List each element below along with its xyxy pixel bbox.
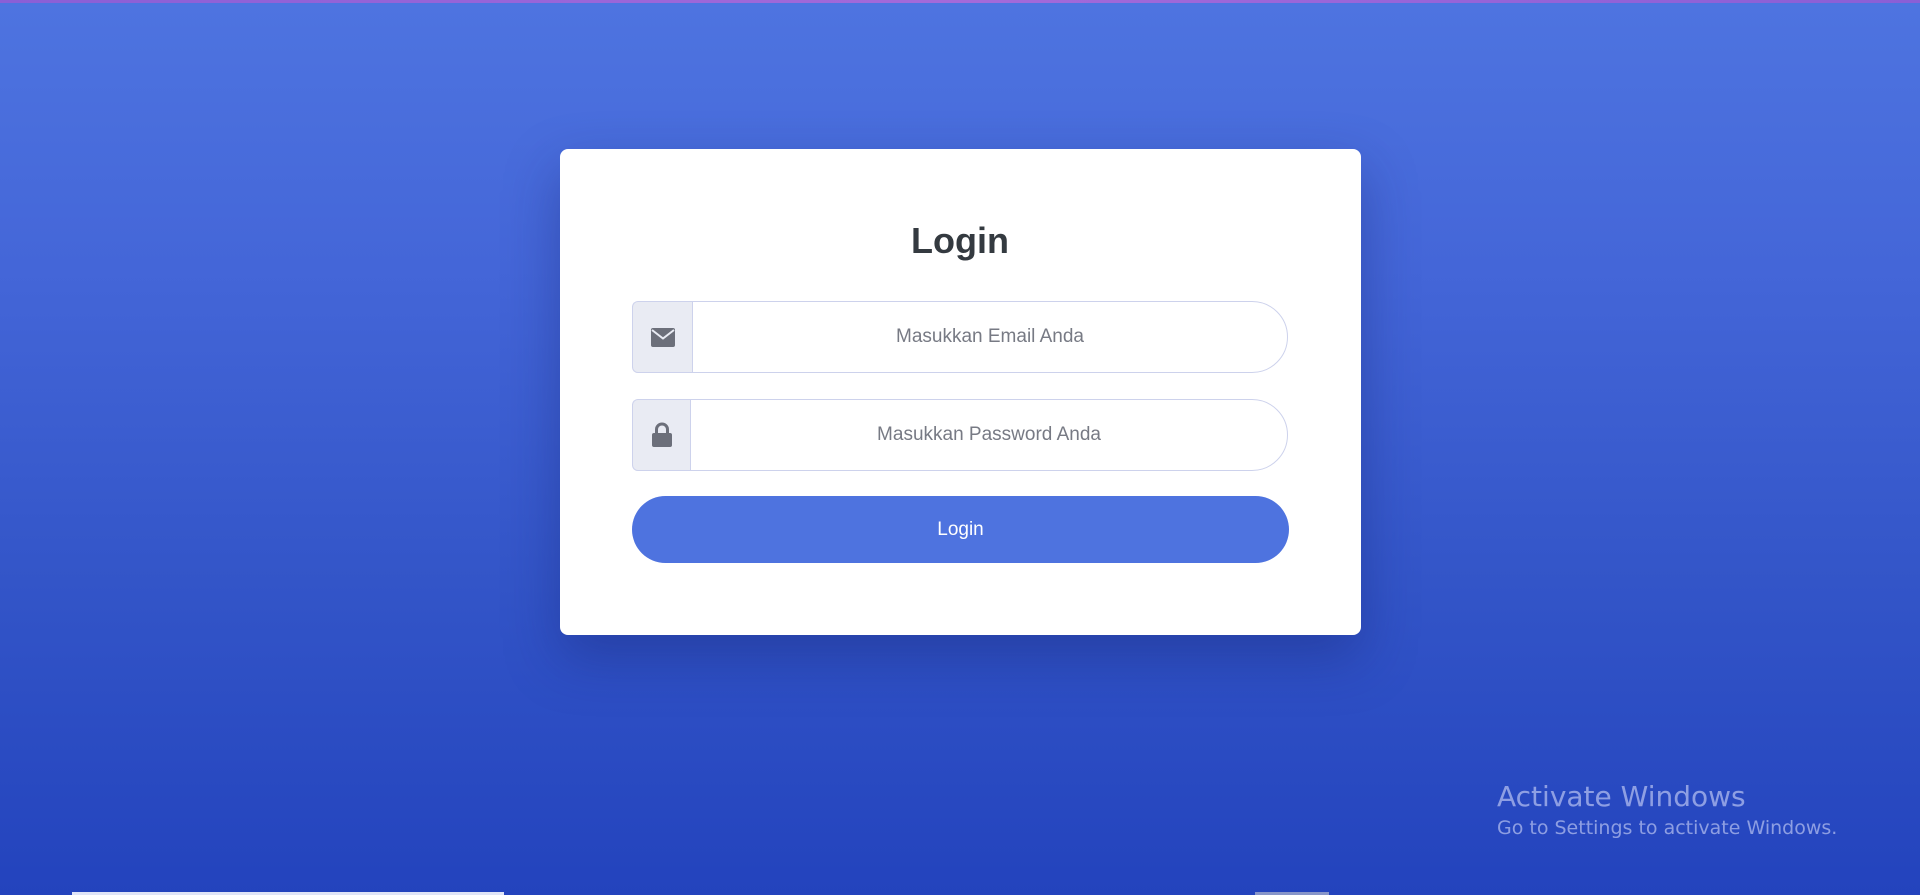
password-field[interactable]	[690, 399, 1288, 471]
lock-icon	[632, 399, 690, 471]
login-button[interactable]: Login	[632, 496, 1289, 563]
activate-windows-title: Activate Windows	[1497, 780, 1746, 813]
envelope-icon	[632, 301, 692, 373]
activate-windows-watermark: Activate Windows Go to Settings to activ…	[1497, 780, 1837, 842]
password-input-group	[632, 399, 1288, 471]
email-field[interactable]	[692, 301, 1288, 373]
top-accent-strip	[0, 0, 1920, 3]
login-title: Login	[911, 220, 1009, 261]
activate-windows-subtitle: Go to Settings to activate Windows.	[1497, 817, 1838, 839]
email-input-group	[632, 301, 1288, 373]
